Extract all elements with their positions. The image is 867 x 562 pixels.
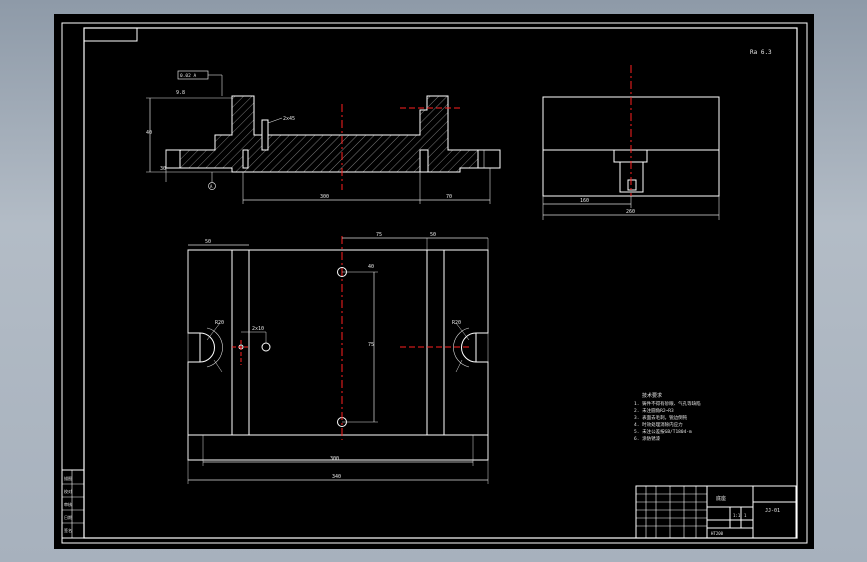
front-dim-right: 70: [446, 194, 452, 200]
title-scale: 1:1: [733, 513, 741, 518]
tolerance-frame-text: 0.02 A: [180, 73, 197, 79]
top-dim-hole-offset: 40: [368, 264, 374, 270]
title-part-name: 底座: [716, 495, 726, 502]
stamp-label-2: 校对: [64, 488, 72, 494]
front-dim-height: 40: [146, 130, 152, 136]
front-pin-hole-left: [261, 119, 269, 151]
side-dim-width: 260: [626, 209, 635, 215]
title-drawing-no: JJ-01: [765, 508, 780, 514]
top-dim-slot-right: R20: [452, 320, 461, 326]
stamp-label-5: 签名: [64, 527, 72, 533]
top-dim-hole-spacing: 75: [368, 342, 374, 348]
note-line-6: 6. 涂防锈漆: [634, 435, 661, 442]
note-line-3: 3. 表面去毛刺，锐边倒钝: [634, 414, 688, 421]
top-dim-top-right: 50: [430, 232, 436, 238]
drawing-background: [54, 14, 814, 549]
roughness-note: Ra 6.3: [750, 49, 772, 56]
cad-drawing-viewport[interactable]: 300 70 2x45 40 9.8 30 0.02 A A 160 260 R…: [0, 0, 867, 562]
top-dim-hole-small: 2x10: [252, 326, 264, 332]
front-bolt-hole-left: [242, 149, 249, 169]
top-dim-overall: 340: [332, 474, 341, 480]
stamp-label-1: 描图: [64, 475, 72, 481]
front-dim-overall: 300: [320, 194, 329, 200]
notes-heading: 技术要求: [642, 392, 662, 399]
top-dim-left: 50: [205, 239, 211, 245]
title-material: HT200: [711, 531, 724, 536]
drawing-sheet: 300 70 2x45 40 9.8 30 0.02 A A 160 260 R…: [54, 14, 814, 549]
note-line-1: 1. 铸件不得有砂眼、气孔等缺陷: [634, 400, 701, 407]
top-dim-inner: 300: [330, 456, 339, 462]
front-dim-depth: 2x45: [283, 116, 295, 122]
front-bolt-hole-right: [419, 149, 429, 173]
front-dim-left-height: 30: [160, 166, 166, 172]
stamp-label-3: 审核: [64, 501, 72, 507]
note-line-5: 5. 未注公差按GB/T1804-m: [634, 428, 692, 435]
top-dim-top-mid: 75: [376, 232, 382, 238]
note-line-2: 2. 未注圆角R2~R3: [634, 407, 674, 414]
note-line-4: 4. 时效处理消除内应力: [634, 421, 683, 428]
side-dim-inner: 160: [580, 198, 589, 204]
front-dim-small: 9.8: [176, 90, 185, 96]
top-dim-slot-left: R20: [215, 320, 224, 326]
stamp-label-4: 日期: [64, 514, 72, 520]
